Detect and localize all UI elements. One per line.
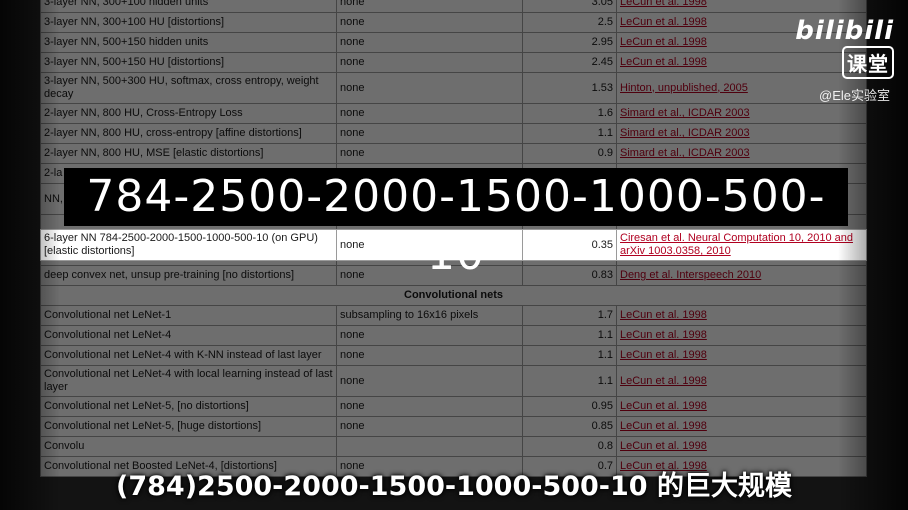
table-row: 3-layer NN, 500+150 HU [distortions] none… [40,52,867,73]
table-row: Convolutional net LeNet-4 with local lea… [40,365,867,397]
video-frame: 3-layer NN, 300+100 hidden units none 3.05… [0,0,908,510]
error-rate-cell: 2.45 [522,52,617,73]
error-rate-cell: 0.95 [522,396,617,417]
reference-link[interactable]: Simard et al., ICDAR 2003 [616,143,867,164]
classifier-cell: 3-layer NN, 500+150 hidden units [40,32,337,53]
reference-link[interactable]: LeCun et al. 1998 [616,416,867,437]
error-rate-cell: 1.1 [522,345,617,366]
preprocessing-cell: none [336,143,523,164]
preprocessing-cell: none [336,0,523,13]
classifier-cell: Convolutional net LeNet-5, [no distortio… [40,396,337,417]
classifier-cell: 3-layer NN, 300+100 hidden units [40,0,337,13]
classifier-cell: Convolutional net LeNet-4 with local lea… [40,365,337,397]
preprocessing-cell: none [336,52,523,73]
preprocessing-cell: none [336,12,523,33]
section-title: Convolutional nets [40,285,867,306]
reference-link[interactable]: Simard et al., ICDAR 2003 [616,103,867,124]
error-rate-cell: 1.1 [522,325,617,346]
error-rate-cell: 1.6 [522,103,617,124]
table-row: Convolutional net LeNet-4 none 1.1 LeCun et… [40,325,867,346]
error-rate-cell: 0.85 [522,416,617,437]
table-row: 3-layer NN, 300+100 HU [distortions] none… [40,12,867,33]
reference-link[interactable]: LeCun et al. 1998 [616,365,867,397]
error-rate-cell: 2.95 [522,32,617,53]
error-rate-cell: 1.1 [522,123,617,144]
classifier-cell: 3-layer NN, 500+150 HU [distortions] [40,52,337,73]
error-rate-cell: 0.9 [522,143,617,164]
channel-handle: @Ele实验室 [819,88,890,103]
classifier-cell: Convolutional net LeNet-4 [40,325,337,346]
reference-link[interactable]: LeCun et al. 1998 [616,305,867,326]
reference-link[interactable]: Deng et al. Interspeech 2010 [616,265,867,286]
watermark: bilibili课堂 @Ele实验室 [744,16,894,104]
preprocessing-cell: none [336,396,523,417]
table-row: 3-layer NN, 500+150 hidden units none 2.95… [40,32,867,53]
classifier-cell: 6-layer NN 784-2500-2000-1500-1000-500-1… [40,229,337,261]
preprocessing-cell: none [336,365,523,397]
architecture-banner: 784-2500-2000-1500-1000-500-10 [64,168,848,280]
classifier-cell: Convolu [40,436,337,457]
preprocessing-cell: none [336,72,523,104]
table-row: 2-layer NN, 800 HU, MSE [elastic distort… [40,143,867,164]
classifier-cell: Convolutional net LeNet-5, [huge distort… [40,416,337,437]
table-row: Convolutional net LeNet-1 subsampling to … [40,305,867,326]
table-row: 3-layer NN, 300+100 hidden units none 3.05… [40,0,867,13]
section-header: Convolutional nets [40,285,867,306]
preprocessing-cell: none [336,325,523,346]
reference-link[interactable]: LeCun et al. 1998 [616,436,867,457]
reference-link[interactable]: LeCun et al. 1998 [616,325,867,346]
preprocessing-cell [336,436,523,457]
reference-link[interactable]: Ciresan et al. Neural Computation 10, 20… [616,229,867,261]
table-row: Convolu 0.8 LeCun et al. 1998 [40,436,867,457]
table-row: 2-layer NN, 800 HU, cross-entropy [affin… [40,123,867,144]
error-rate-cell: 0.8 [522,436,617,457]
bilibili-logo: bilibili课堂 [744,16,894,79]
table-row: Convolutional net LeNet-5, [huge distort… [40,416,867,437]
preprocessing-cell: none [336,345,523,366]
classifier-cell: Convolutional net LeNet-1 [40,305,337,326]
preprocessing-cell: none [336,123,523,144]
error-rate-cell: 1.1 [522,365,617,397]
subtitle: (784)2500-2000-1500-1000-500-10 的巨大规模 [116,471,792,502]
error-rate-cell: 1.7 [522,305,617,326]
classifier-cell: 2-layer NN, 800 HU, cross-entropy [affin… [40,123,337,144]
error-rate-cell: 1.53 [522,72,617,104]
reference-link[interactable]: LeCun et al. 1998 [616,396,867,417]
error-rate-cell: 0.35 [522,229,617,261]
preprocessing-cell: none [336,416,523,437]
reference-link[interactable]: LeCun et al. 1998 [616,0,867,13]
table-row: 2-layer NN, 800 HU, Cross-Entropy Loss no… [40,103,867,124]
classifier-cell: 2-layer NN, 800 HU, Cross-Entropy Loss [40,103,337,124]
table-row: 3-layer NN, 500+300 HU, softmax, cross e… [40,72,867,104]
table-row: Convolutional net LeNet-5, [no distortio… [40,396,867,417]
error-rate-cell: 0.83 [522,265,617,286]
table-row: Convolutional net LeNet-4 with K-NN inst… [40,345,867,366]
reference-link[interactable]: LeCun et al. 1998 [616,345,867,366]
preprocessing-cell: none [336,32,523,53]
preprocessing-cell: subsampling to 16x16 pixels [336,305,523,326]
classifier-cell: 3-layer NN, 500+300 HU, softmax, cross e… [40,72,337,104]
error-rate-cell: 3.05 [522,0,617,13]
classifier-cell: 3-layer NN, 300+100 HU [distortions] [40,12,337,33]
classifier-cell: Convolutional net LeNet-4 with K-NN inst… [40,345,337,366]
classifier-cell: deep convex net, unsup pre-training [no … [40,265,337,286]
preprocessing-cell: none [336,103,523,124]
classifier-cell: 2-layer NN, 800 HU, MSE [elastic distort… [40,143,337,164]
error-rate-cell: 2.5 [522,12,617,33]
reference-link[interactable]: Simard et al., ICDAR 2003 [616,123,867,144]
